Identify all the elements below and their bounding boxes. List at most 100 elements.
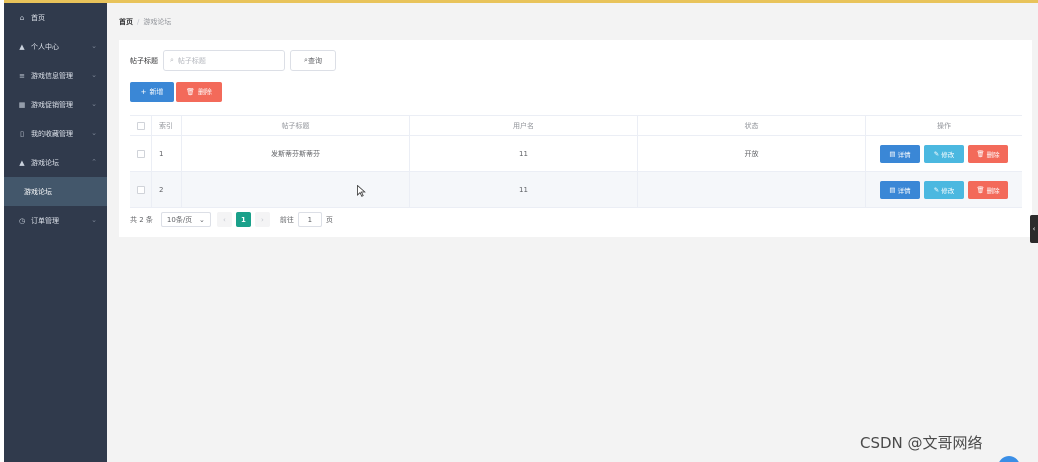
header-ops: 操作 (937, 121, 951, 130)
prev-page-button[interactable]: ‹ (216, 212, 232, 227)
chevron-down-icon: ⌄ (91, 71, 97, 79)
header-username: 用户名 (410, 116, 638, 135)
chevron-down-icon: ⌄ (91, 216, 97, 224)
page-size-select[interactable]: 10条/页 ⌄ (160, 212, 211, 227)
sidebar-item-label: 我的收藏管理 (31, 129, 73, 138)
select-all-checkbox[interactable] (136, 121, 145, 130)
delete-label: 删除 (986, 186, 1000, 195)
sidebar-item-label: 游戏论坛 (31, 158, 59, 167)
phone-icon: ▯ (20, 129, 24, 138)
chevron-right-icon: › (261, 215, 264, 224)
table-row: 1 发斯蒂芬斯蒂芬 11 开放 ▤ 详情 ✎ 修改 🗑 删除 (130, 136, 1022, 172)
trash-icon: 🗑 (976, 185, 985, 194)
edit-button[interactable]: ✎ 修改 (924, 144, 964, 163)
action-row: + 新增 🗑 删除 (130, 82, 222, 102)
sidebar-subitem-forum[interactable]: 游戏论坛 (4, 177, 107, 206)
list-icon: ≡ (19, 71, 25, 80)
edit-button[interactable]: ✎ 修改 (924, 180, 964, 199)
mouse-cursor-icon (357, 185, 366, 197)
trash-icon: 🗑 (976, 149, 985, 158)
edit-icon: ✎ (933, 185, 940, 194)
cell-username: 11 (410, 172, 638, 207)
search-button[interactable]: ⌕ 查询 (290, 50, 336, 71)
edit-icon: ✎ (933, 149, 940, 158)
chevron-left-icon: ‹ (223, 215, 226, 224)
header-title: 帖子标题 (182, 116, 410, 135)
sidebar-item-label: 首页 (31, 13, 45, 22)
detail-icon: ▤ (889, 149, 896, 158)
sidebar-item-forum[interactable]: ▲ 游戏论坛 ⌃ (4, 148, 107, 177)
sidebar-subitem-label: 游戏论坛 (24, 187, 52, 196)
breadcrumb-home[interactable]: 首页 (119, 17, 133, 27)
header-checkbox-cell (130, 116, 152, 135)
clock-icon: ◷ (18, 216, 26, 225)
sidebar-item-label: 订单管理 (31, 216, 59, 225)
delete-button-label: 删除 (197, 88, 212, 96)
cell-ops: ▤ 详情 ✎ 修改 🗑 删除 (866, 172, 1022, 207)
next-page-button[interactable]: › (254, 212, 270, 227)
search-row: 帖子标题 ⌕ 帖子标题 ⌕ 查询 (130, 50, 336, 71)
add-button-label: 新增 (149, 88, 164, 96)
search-icon: ⌕ (170, 56, 174, 64)
page-size-value: 10条/页 (166, 215, 193, 224)
sidebar-item-label: 个人中心 (31, 42, 59, 51)
sidebar-item-orders[interactable]: ◷ 订单管理 ⌄ (4, 206, 107, 235)
home-icon: ⌂ (19, 13, 25, 22)
cell-status: 开放 (638, 136, 866, 171)
edit-label: 修改 (941, 150, 955, 159)
header-status: 状态 (638, 116, 866, 135)
cell-index: 2 (152, 172, 182, 207)
detail-label: 详情 (897, 150, 911, 159)
sidebar-item-personal-center[interactable]: ▲ 个人中心 ⌄ (4, 32, 107, 61)
row-checkbox[interactable] (136, 185, 145, 194)
header-index: 索引 (152, 116, 182, 135)
sidebar-item-favorites[interactable]: ▯ 我的收藏管理 ⌄ (4, 119, 107, 148)
sidebar-item-game-promo[interactable]: ▦ 游戏促销管理 ⌄ (4, 90, 107, 119)
breadcrumb-separator: / (137, 18, 140, 26)
breadcrumb: 首页 / 游戏论坛 (119, 12, 171, 32)
forum-table: 索引 帖子标题 用户名 状态 操作 1 发斯蒂芬斯蒂芬 11 开放 ▤ 详情 ✎… (130, 115, 1022, 208)
sidebar-item-home[interactable]: ⌂ 首页 (4, 3, 107, 32)
delete-button[interactable]: 🗑 删除 (968, 180, 1008, 199)
chevron-down-icon: ⌄ (91, 42, 97, 50)
sidebar: ⌂ 首页 ▲ 个人中心 ⌄ ≡ 游戏信息管理 ⌄ ▦ 游戏促销管理 ⌄ ▯ 我的… (4, 3, 107, 462)
delete-button[interactable]: 🗑 删除 (968, 144, 1008, 163)
delete-label: 删除 (986, 150, 1000, 159)
cell-title (182, 172, 410, 207)
detail-button[interactable]: ▤ 详情 (880, 180, 920, 199)
add-button[interactable]: + 新增 (130, 82, 174, 102)
search-button-label: 查询 (307, 56, 322, 65)
sidebar-item-game-info[interactable]: ≡ 游戏信息管理 ⌄ (4, 61, 107, 90)
row-checkbox-cell (130, 172, 152, 207)
cell-index: 1 (152, 136, 182, 171)
search-placeholder: 帖子标题 (177, 56, 206, 65)
collapse-tab[interactable]: ‹ (1030, 215, 1038, 243)
plus-icon: + (140, 88, 147, 96)
chevron-down-icon: ⌄ (91, 129, 97, 137)
chevron-up-icon: ⌃ (91, 158, 97, 166)
pagination: 共 2 条 10条/页 ⌄ ‹ 1 › 前往 1 页 (130, 212, 333, 227)
breadcrumb-current: 游戏论坛 (143, 18, 172, 26)
row-checkbox[interactable] (136, 149, 145, 158)
goto-suffix: 页 (325, 215, 333, 224)
cell-username: 11 (410, 136, 638, 171)
table-row: 2 11 ▤ 详情 ✎ 修改 🗑 删除 (130, 172, 1022, 208)
search-input[interactable]: ⌕ 帖子标题 (163, 50, 285, 71)
table-header-row: 索引 帖子标题 用户名 状态 操作 (130, 116, 1022, 136)
edit-label: 修改 (941, 186, 955, 195)
goto-label: 前往 (279, 215, 294, 224)
detail-button[interactable]: ▤ 详情 (880, 144, 920, 163)
cell-title: 发斯蒂芬斯蒂芬 (182, 136, 410, 171)
cell-status (638, 172, 866, 207)
detail-label: 详情 (897, 186, 911, 195)
goto-page-input[interactable]: 1 (297, 212, 322, 227)
user-icon: ▲ (19, 42, 25, 51)
detail-icon: ▤ (889, 185, 896, 194)
floating-action-button[interactable] (998, 456, 1020, 462)
page-number-current[interactable]: 1 (235, 212, 251, 227)
row-checkbox-cell (130, 136, 152, 171)
sidebar-item-label: 游戏信息管理 (31, 71, 73, 80)
card-icon: ▦ (18, 100, 26, 109)
batch-delete-button[interactable]: 🗑 删除 (176, 82, 222, 102)
search-label: 帖子标题 (130, 56, 158, 65)
